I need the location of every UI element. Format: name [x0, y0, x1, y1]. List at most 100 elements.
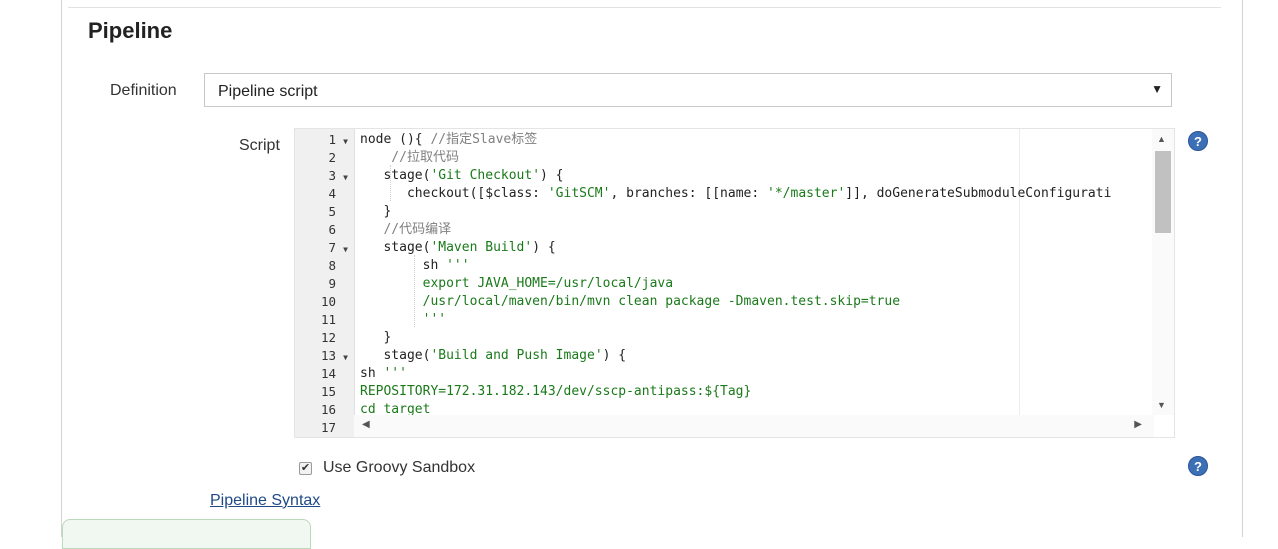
- code-token: //拉取代码: [360, 150, 459, 165]
- line-number: 13 ▼: [308, 347, 348, 367]
- line-number-text: 2: [328, 150, 336, 165]
- code-token: export JAVA_HOME=/usr/local/java: [360, 276, 674, 291]
- code-token: ''': [446, 258, 470, 273]
- groovy-sandbox-label: Use Groovy Sandbox: [323, 459, 476, 476]
- code-line: stage('Maven Build') {: [360, 239, 556, 257]
- line-number-text: 15: [320, 384, 336, 399]
- code-line: /usr/local/maven/bin/mvn clean package -…: [360, 293, 900, 311]
- line-number: 14: [308, 365, 348, 383]
- code-line: node (){ //指定Slave标签: [360, 131, 537, 149]
- code-token: ) {: [532, 240, 556, 255]
- scroll-left-icon[interactable]: ◀: [362, 419, 370, 430]
- line-number-text: 11: [320, 312, 336, 327]
- code-token: }: [360, 204, 392, 219]
- sandbox-help-icon[interactable]: ?: [1188, 456, 1208, 476]
- script-help-icon[interactable]: ?: [1188, 131, 1208, 151]
- code-line: REPOSITORY=172.31.182.143/dev/sscp-antip…: [360, 383, 751, 401]
- scroll-right-icon[interactable]: ▶: [1134, 419, 1142, 430]
- definition-label: Definition: [110, 82, 177, 99]
- code-token: 'Build and Push Image': [430, 348, 603, 363]
- line-number: 9: [308, 275, 348, 293]
- code-token: 'Git Checkout': [430, 168, 541, 183]
- line-number-text: 12: [320, 330, 336, 345]
- code-token: , branches: [[name:: [610, 186, 768, 201]
- line-number: 8: [308, 257, 348, 275]
- line-number-gutter: 1 ▼ 2 3 ▼ 4 5 6 7 ▼ 8 9 10 11 12 13 ▼ 14 15 16 17: [295, 129, 355, 437]
- code-token: sh: [360, 366, 384, 381]
- groovy-sandbox-checkbox[interactable]: ✔: [299, 462, 312, 475]
- line-number: 2: [308, 149, 348, 167]
- script-editor[interactable]: 1 ▼ 2 3 ▼ 4 5 6 7 ▼ 8 9 10 11 12 13 ▼ 14 15 16 17 node (){ /…: [294, 128, 1175, 438]
- code-token: stage(: [360, 168, 431, 183]
- code-token: /usr/local/maven/bin/mvn clean package -…: [360, 294, 901, 309]
- line-number-text: 6: [328, 222, 336, 237]
- code-line: ''': [360, 311, 446, 329]
- line-number-text: 10: [320, 294, 336, 309]
- pipeline-syntax-link[interactable]: Pipeline Syntax: [210, 492, 320, 510]
- code-token: ) {: [540, 168, 564, 183]
- code-token: ) {: [602, 348, 627, 363]
- line-number-text: 13: [320, 348, 336, 363]
- line-number: 11: [308, 311, 348, 329]
- line-number: 17: [308, 419, 348, 437]
- line-number-text: 14: [320, 366, 336, 381]
- line-number-text: 7: [328, 240, 336, 255]
- scroll-down-icon[interactable]: ▼: [1157, 400, 1166, 410]
- code-line: sh ''': [360, 257, 470, 275]
- section-title: Pipeline: [88, 18, 173, 43]
- code-token: sh: [360, 258, 447, 273]
- bottom-panel-tab: [62, 519, 311, 549]
- code-line: checkout([$class: 'GitSCM', branches: [[…: [360, 185, 1111, 203]
- line-number-text: 9: [328, 276, 336, 291]
- code-line: }: [360, 329, 391, 347]
- code-line: }: [360, 203, 391, 221]
- code-area[interactable]: node (){ //指定Slave标签 //拉取代码 stage('Git C…: [360, 129, 1150, 415]
- line-number-text: 5: [328, 204, 336, 219]
- code-line: cd target: [360, 401, 430, 415]
- code-line: //拉取代码: [360, 149, 459, 167]
- section-divider: [68, 7, 1221, 8]
- code-token: checkout([$class:: [360, 186, 548, 201]
- line-number-text: 8: [328, 258, 336, 273]
- code-line: //代码编译: [360, 221, 451, 239]
- code-token: //指定Slave标签: [430, 132, 538, 147]
- line-number: 12: [308, 329, 348, 347]
- code-token: ]], doGenerateSubmoduleConfigurati: [845, 186, 1112, 201]
- line-number: 5: [308, 203, 348, 221]
- line-number-text: 17: [320, 420, 336, 435]
- line-number: 4: [308, 185, 348, 203]
- line-number: 15: [308, 383, 348, 401]
- vertical-scrollbar[interactable]: ▲ ▼: [1152, 129, 1174, 415]
- line-number: 10: [308, 293, 348, 311]
- line-number-text: 16: [320, 402, 336, 417]
- script-label: Script: [239, 137, 280, 154]
- code-line: sh ''': [360, 365, 407, 383]
- line-number-text: 1: [328, 132, 336, 147]
- code-token: node (){: [360, 132, 431, 147]
- code-token: stage(: [360, 348, 431, 363]
- vertical-scroll-thumb[interactable]: [1155, 151, 1171, 233]
- code-token: ''': [383, 366, 407, 381]
- code-line: stage('Build and Push Image') {: [360, 347, 626, 365]
- definition-select[interactable]: Pipeline script ▼: [204, 73, 1172, 107]
- code-token: REPOSITORY=172.31.182.143/dev/sscp-antip…: [360, 384, 752, 399]
- code-token: stage(: [360, 240, 431, 255]
- line-number: 7 ▼: [308, 239, 348, 259]
- code-line: stage('Git Checkout') {: [360, 167, 564, 185]
- line-number: 6: [308, 221, 348, 239]
- scroll-up-icon[interactable]: ▲: [1157, 134, 1166, 144]
- horizontal-scrollbar[interactable]: ◀ ▶: [354, 415, 1154, 437]
- code-line: export JAVA_HOME=/usr/local/java: [360, 275, 673, 293]
- code-token: 'GitSCM': [547, 186, 611, 201]
- code-token: cd target: [360, 402, 431, 415]
- line-number: 3 ▼: [308, 167, 348, 187]
- definition-selected-value: Pipeline script: [218, 83, 318, 100]
- line-number-text: 3: [328, 168, 336, 183]
- code-token: ''': [360, 312, 447, 327]
- chevron-down-icon: ▼: [1151, 82, 1163, 96]
- code-token: 'Maven Build': [430, 240, 533, 255]
- code-token: '*/master': [767, 186, 846, 201]
- line-number: 16: [308, 401, 348, 419]
- line-number-text: 4: [328, 186, 336, 201]
- code-token: }: [360, 330, 392, 345]
